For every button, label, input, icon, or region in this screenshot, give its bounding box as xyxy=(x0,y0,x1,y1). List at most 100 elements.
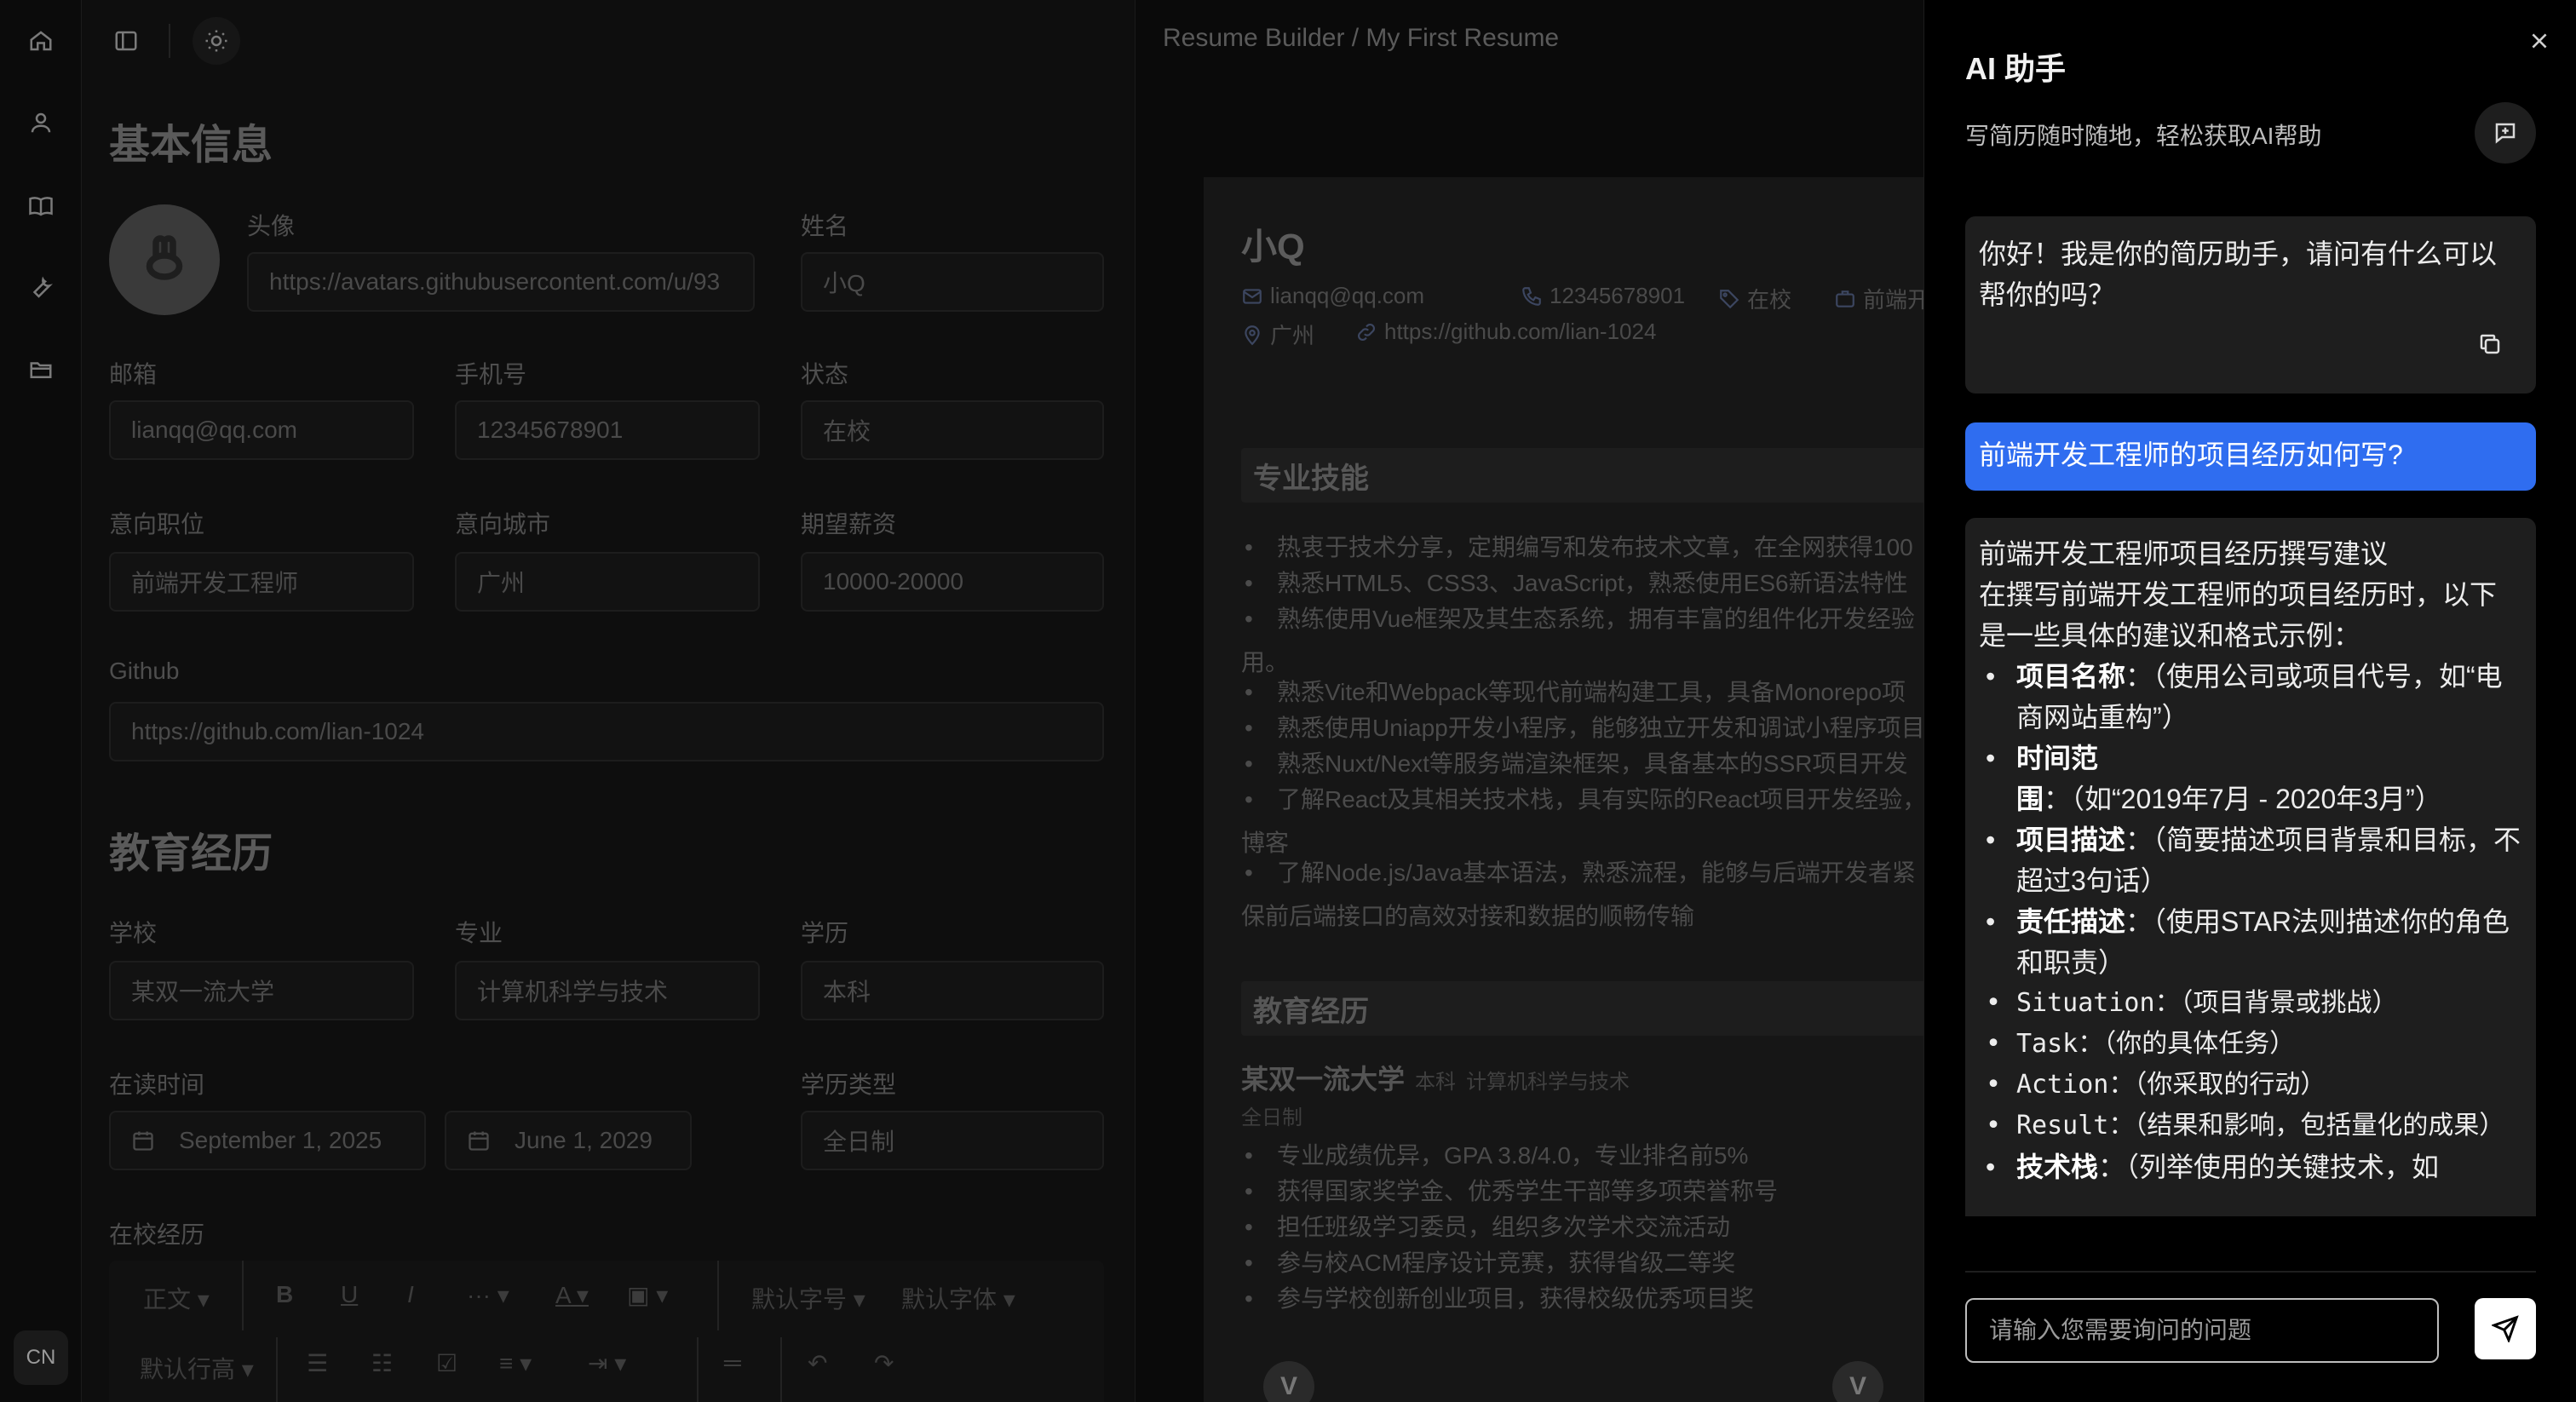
language-badge[interactable]: CN xyxy=(14,1330,68,1385)
answer-list: 项目名称：（使用公司或项目代号，如“电商网站重构”） 时间范围：（如“2019年… xyxy=(1979,656,2522,1187)
font-family-select[interactable]: 默认字体 ▾ xyxy=(901,1281,1015,1315)
question-input[interactable] xyxy=(1965,1298,2439,1363)
briefcase-icon xyxy=(1836,290,1854,307)
rabbit-icon xyxy=(146,235,183,280)
close-icon[interactable] xyxy=(2522,24,2556,58)
font-color-button[interactable]: A ▾ xyxy=(555,1281,589,1309)
degree-field[interactable]: 本科 xyxy=(801,961,1104,1020)
icon-rail: CN xyxy=(0,0,82,1402)
resume-phone: 12345678901 xyxy=(1521,283,1685,309)
font-family-label: 默认字体 xyxy=(901,1286,998,1313)
undo-icon[interactable]: ↶ xyxy=(808,1349,827,1377)
user-message-text: 前端开发工程师的项目经历如何写? xyxy=(1979,440,2403,470)
status-field[interactable]: 在校 xyxy=(801,400,1104,460)
major-label: 专业 xyxy=(455,920,503,946)
avatar-url-field[interactable]: https://avatars.githubusercontent.com/u/… xyxy=(247,252,755,312)
resume-page: 小Q lianqq@qq.com 12345678901 在校 前端开发工程 广… xyxy=(1204,177,1924,1402)
phone-field[interactable]: 12345678901 xyxy=(455,400,760,460)
send-button[interactable] xyxy=(2475,1298,2536,1359)
resume-status: 在校 xyxy=(1718,283,1791,314)
answer-item: 技术栈：（列举使用的关键技术，如 xyxy=(1979,1146,2522,1187)
start-date-picker[interactable]: September 1, 2025 xyxy=(109,1111,426,1170)
toolbar-separator xyxy=(242,1261,244,1330)
phone-icon xyxy=(1522,286,1541,306)
major-field[interactable]: 计算机科学与技术 xyxy=(455,961,760,1020)
book-icon[interactable] xyxy=(24,189,58,223)
end-date-picker[interactable]: June 1, 2029 xyxy=(445,1111,692,1170)
font-size-select[interactable]: 默认字号 ▾ xyxy=(751,1281,865,1315)
more-styles-button[interactable]: ··· ▾ xyxy=(467,1281,509,1309)
skill-item: 熟悉使用Uniapp开发小程序，能够独立开发和调试小程序项目 xyxy=(1241,710,1924,746)
avatar-label: 头像 xyxy=(247,213,296,239)
bold-button[interactable]: B xyxy=(276,1281,293,1308)
line-height-select[interactable]: 默认行高 ▾ xyxy=(140,1351,254,1385)
answer-item-text: ：（结果和影响，包括量化的成果） xyxy=(2108,1111,2505,1141)
bullet-list-icon[interactable]: ☰ xyxy=(307,1349,328,1377)
answer-item-text: ：（你采取的行动） xyxy=(2108,1070,2326,1100)
form-toolbar xyxy=(82,0,1135,82)
user-message-bubble: 前端开发工程师的项目经历如何写? xyxy=(1965,422,2536,491)
education-title: 教育经历 xyxy=(109,831,273,876)
resume-email: lianqq@qq.com xyxy=(1241,283,1424,309)
align-icon[interactable]: ≡ ▾ xyxy=(499,1349,532,1377)
city-field[interactable]: 广州 xyxy=(455,552,760,612)
resume-position-text: 前端开发工程 xyxy=(1863,287,1924,313)
sun-icon[interactable] xyxy=(199,24,233,58)
skill-item-continuation: 用。 xyxy=(1241,649,1290,675)
toolbar-divider xyxy=(169,24,170,58)
underline-button[interactable]: U xyxy=(341,1281,358,1308)
redo-icon[interactable]: ↷ xyxy=(874,1349,894,1377)
education-type-field[interactable]: 全日制 xyxy=(801,1111,1104,1170)
skill-item-continuation: 保前后端接口的高效对接和数据的顺畅传输 xyxy=(1241,903,1695,929)
mail-icon xyxy=(1243,288,1262,304)
github-field[interactable]: https://github.com/lian-1024 xyxy=(109,702,1104,761)
school-field[interactable]: 某双一流大学 xyxy=(109,961,414,1020)
numbered-list-icon[interactable]: ☷ xyxy=(371,1349,393,1377)
user-icon[interactable] xyxy=(24,106,58,140)
avatar[interactable] xyxy=(109,204,220,315)
sidebar-toggle-icon[interactable] xyxy=(109,24,143,58)
horizontal-rule-icon[interactable]: ═ xyxy=(724,1349,741,1376)
folder-icon[interactable] xyxy=(24,353,58,387)
salary-field[interactable]: 10000-20000 xyxy=(801,552,1104,612)
answer-item-text: ：（如“2019年7月 - 2020年3月”） xyxy=(2044,784,2442,814)
assistant-answer-bubble: 前端开发工程师项目经历撰写建议 在撰写前端开发工程师的项目经历时，以下是一些具体… xyxy=(1965,518,2536,1216)
answer-item-code: Action xyxy=(2016,1070,2109,1100)
indent-icon[interactable]: ⇥ ▾ xyxy=(588,1349,626,1377)
name-field[interactable]: 小Q xyxy=(801,252,1104,312)
home-icon[interactable] xyxy=(24,24,58,58)
position-field[interactable]: 前端开发工程师 xyxy=(109,552,414,612)
resume-github-text: https://github.com/lian-1024 xyxy=(1384,319,1657,344)
email-field[interactable]: lianqq@qq.com xyxy=(109,400,414,460)
copy-icon[interactable] xyxy=(2473,327,2507,361)
input-divider xyxy=(1965,1271,2536,1273)
answer-item-term: 技术栈 xyxy=(2016,1152,2099,1182)
degree-label: 学历 xyxy=(801,920,849,946)
answer-item: 责任描述：（使用STAR法则描述你的角色和职责） xyxy=(1979,901,2522,983)
assistant-title: AI 助手 xyxy=(1965,51,2067,86)
toolbar-separator xyxy=(276,1337,278,1402)
school-name: 某双一流大学 本科 计算机科学与技术 xyxy=(1241,1058,1630,1097)
achievement-item: 专业成绩优异，GPA 3.8/4.0，专业排名前5% xyxy=(1241,1138,1748,1174)
skill-item: 熟练使用Vue框架及其生态系统，拥有丰富的组件化开发经验 xyxy=(1241,601,1915,637)
italic-button[interactable]: I xyxy=(407,1281,414,1308)
paragraph-style-select[interactable]: 正文 ▾ xyxy=(143,1281,210,1315)
wrench-icon[interactable] xyxy=(24,271,58,305)
background-color-button[interactable]: ▣ ▾ xyxy=(627,1281,668,1309)
answer-item-code: Task xyxy=(2016,1029,2079,1059)
assistant-greeting-bubble: 你好！我是你的简历助手，请问有什么可以帮你的吗？ xyxy=(1965,216,2536,394)
answer-item-code: Result xyxy=(2016,1111,2109,1141)
skills-section-title: 专业技能 xyxy=(1241,448,1924,503)
new-chat-button[interactable] xyxy=(2475,102,2536,164)
resume-github: https://github.com/lian-1024 xyxy=(1355,319,1656,345)
answer-item-text: ：（列举使用的关键技术，如 xyxy=(2098,1152,2440,1182)
school-degree: 本科 xyxy=(1415,1071,1457,1094)
phone-label: 手机号 xyxy=(455,361,527,388)
resume-city-text: 广州 xyxy=(1270,323,1315,348)
task-list-icon[interactable]: ☑ xyxy=(436,1349,457,1377)
resume-phone-text: 12345678901 xyxy=(1550,283,1686,308)
skill-item: 熟悉HTML5、CSS3、JavaScript，熟悉使用ES6新语法特性 xyxy=(1241,566,1908,601)
resume-status-text: 在校 xyxy=(1747,287,1792,313)
answer-item-term: 责任描述 xyxy=(2016,906,2126,937)
position-label: 意向职位 xyxy=(109,511,205,537)
